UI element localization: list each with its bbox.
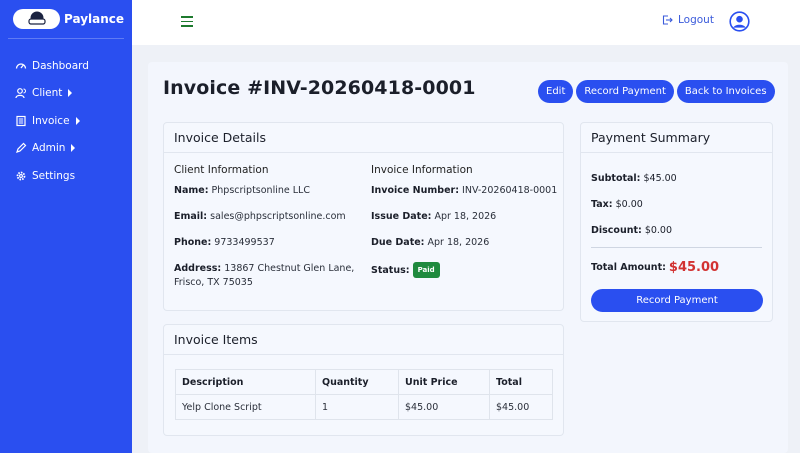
gear-icon [15,170,27,182]
client-email: Email: sales@phpscriptsonline.com [174,211,346,222]
page-title: Invoice #INV-20260418-0001 [163,77,476,99]
table-cell: Yelp Clone Script [175,394,316,420]
table-header-row: Description Quantity Unit Price Total [175,369,553,395]
sidebar-item-label: Client [32,87,63,100]
client-name: Name: Phpscriptsonline LLC [174,185,310,196]
discount-row: Discount: $0.00 [591,224,673,236]
users-icon [15,87,27,99]
topbar: Logout [132,0,800,45]
sidebar-item-invoice[interactable]: Invoice [0,107,132,135]
logout-icon [662,15,673,25]
summary-rows: Subtotal: $45.00 Tax: $0.00 Discount: $0.00… [591,165,762,280]
table-cell: $45.00 [489,394,553,420]
client-address: Address: 13867 Chestnut Glen Lane, Frisco… [174,263,355,288]
record-payment-button[interactable]: Record Payment [591,289,763,312]
page-actions: Edit Record Payment Back to Invoices [538,80,775,103]
table-cell: 1 [315,394,399,420]
section-title: Invoice Information [371,164,473,176]
user-avatar-icon[interactable] [729,11,750,32]
logout-label: Logout [678,14,714,26]
column-header: Unit Price [398,369,490,395]
sidebar-item-client[interactable]: Client [0,80,132,108]
card-title: Invoice Items [164,325,563,355]
due-date: Due Date: Apr 18, 2026 [371,237,490,248]
edit-button[interactable]: Edit [538,80,574,103]
brand-logo [13,9,60,29]
sidebar-nav: Dashboard Client Invoice Admin Settings [0,52,132,190]
client-information: Client Information Name: Phpscriptsonlin… [174,163,364,302]
card-title: Payment Summary [581,123,772,153]
client-phone: Phone: 9733499537 [174,237,275,248]
logout-link[interactable]: Logout [662,14,714,26]
items-table: Description Quantity Unit Price Total Ye… [175,369,553,420]
total-row: Total Amount: $45.00 [591,259,720,275]
column-header: Quantity [315,369,399,395]
brand[interactable]: Paylance [13,8,145,30]
brand-name: Paylance [64,12,125,26]
column-header: Description [175,369,316,395]
back-to-invoices-button[interactable]: Back to Invoices [676,80,775,103]
sidebar-item-label: Admin [32,142,66,155]
sidebar-item-dashboard[interactable]: Dashboard [0,52,132,80]
section-title: Client Information [174,164,269,176]
logo-icon [27,11,46,25]
caret-right-icon [75,116,80,125]
invoice-number: Invoice Number: INV-20260418-0001 [371,185,558,196]
sidebar: Paylance Dashboard Client Invoice Admin … [0,0,132,453]
sidebar-divider [8,38,124,39]
column-header: Total [489,369,553,395]
invoice-status: Status: Paid [371,262,561,278]
record-payment-button[interactable]: Record Payment [576,80,674,103]
invoice-details-card: Invoice Details Client Information Name:… [163,122,564,311]
caret-right-icon [68,89,73,98]
caret-right-icon [71,144,76,153]
invoice-icon [15,115,27,127]
issue-date: Issue Date: Apr 18, 2026 [371,211,497,222]
sidebar-item-label: Dashboard [32,59,89,72]
pen-icon [15,142,27,154]
table-cell: $45.00 [398,394,490,420]
summary-divider [591,247,762,248]
sidebar-item-settings[interactable]: Settings [0,162,132,190]
status-badge: Paid [412,262,440,278]
invoice-information: Invoice Information Invoice Number: INV-… [371,163,561,290]
sidebar-item-admin[interactable]: Admin [0,135,132,163]
gauge-icon [15,60,27,72]
invoice-items-card: Invoice Items Description Quantity Unit … [163,324,564,436]
sidebar-item-label: Invoice [32,114,70,127]
main-content: Invoice #INV-20260418-0001 Edit Record P… [148,62,788,453]
payment-summary-card: Payment Summary Subtotal: $45.00 Tax: $0.0… [580,122,773,322]
table-row: Yelp Clone Script 1 $45.00 $45.00 [175,394,553,420]
menu-icon[interactable] [181,16,193,27]
tax-row: Tax: $0.00 [591,198,643,210]
sidebar-item-label: Settings [32,169,76,182]
card-title: Invoice Details [164,123,563,153]
total-amount: $45.00 [668,259,720,275]
subtotal-row: Subtotal: $45.00 [591,172,677,184]
